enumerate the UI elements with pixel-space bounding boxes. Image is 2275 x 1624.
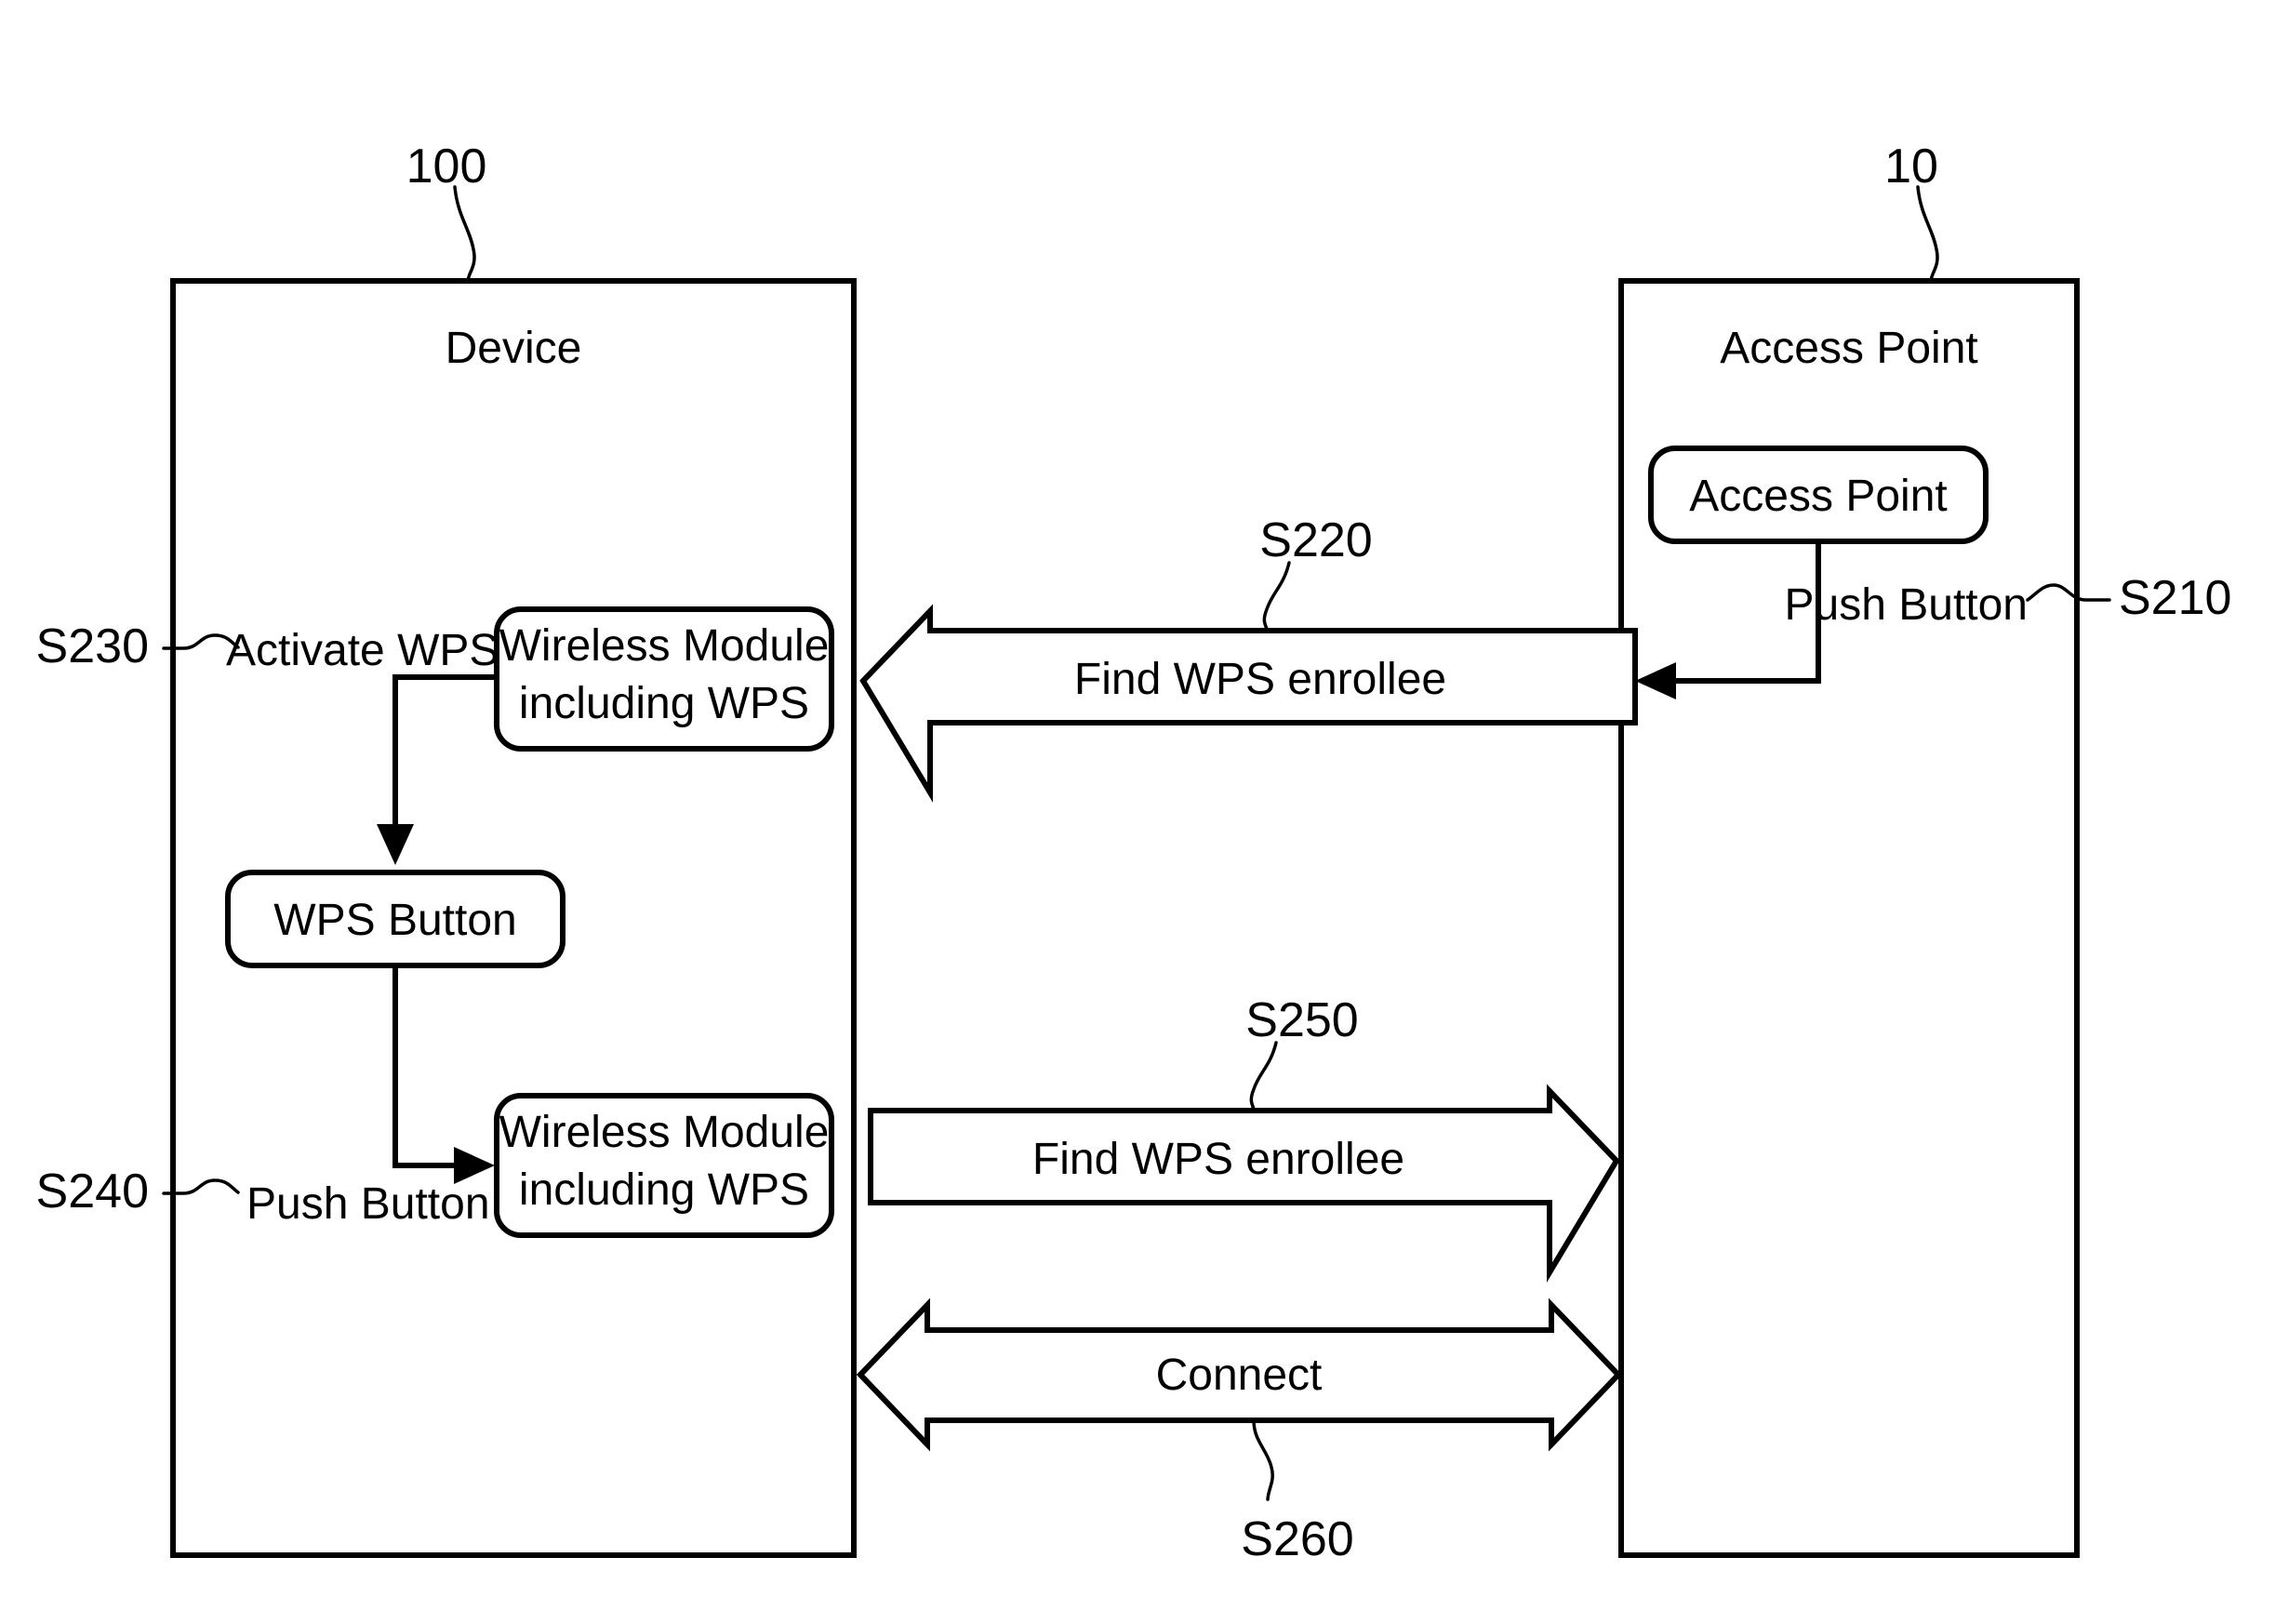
message-s220-ref-numeral: S220 [1259, 513, 1372, 567]
activate-wps-label: Activate WPS [226, 626, 499, 675]
message-s250-ref-numeral: S250 [1245, 993, 1358, 1047]
access-point-panel-title: Access Point [1720, 324, 1977, 373]
access-point-ref-leader-line [1916, 185, 1939, 283]
figure-root: 100 Device S230 Activate WPS Wireless Mo… [0, 0, 2275, 1624]
message-s220-label: Find WPS enrollee [1074, 655, 1446, 704]
device-ref-leader-line [453, 185, 476, 283]
message-s260-ref-leader [1252, 1418, 1274, 1501]
wireless-module-bottom-line1: Wireless Module [499, 1108, 830, 1157]
ap-push-button-label: Push Button [1784, 580, 2028, 630]
device-panel-title: Device [446, 324, 582, 373]
wps-connection-flow-diagram: 100 Device S230 Activate WPS Wireless Mo… [36, 140, 2232, 1566]
message-s220-ref-leader [1262, 561, 1291, 632]
wireless-module-bottom-line2: including WPS [519, 1165, 809, 1215]
message-s250-ref-leader [1249, 1041, 1278, 1112]
message-s250-label: Find WPS enrollee [1032, 1135, 1404, 1184]
wps-button-label: WPS Button [273, 896, 516, 945]
step-s240-ref-numeral: S240 [36, 1165, 149, 1218]
access-point-node-label: Access Point [1689, 472, 1947, 521]
message-s260-label: Connect [1156, 1351, 1323, 1400]
wireless-module-top-line2: including WPS [519, 679, 809, 728]
device-push-button-label: Push Button [246, 1179, 490, 1229]
wireless-module-top-line1: Wireless Module [499, 621, 830, 671]
step-s210-ref-numeral: S210 [2119, 571, 2231, 625]
access-point-ref-numeral: 10 [1884, 140, 1938, 193]
step-s230-ref-numeral: S230 [36, 619, 149, 673]
message-s260-ref-numeral: S260 [1241, 1512, 1353, 1566]
device-ref-numeral: 100 [406, 140, 487, 193]
